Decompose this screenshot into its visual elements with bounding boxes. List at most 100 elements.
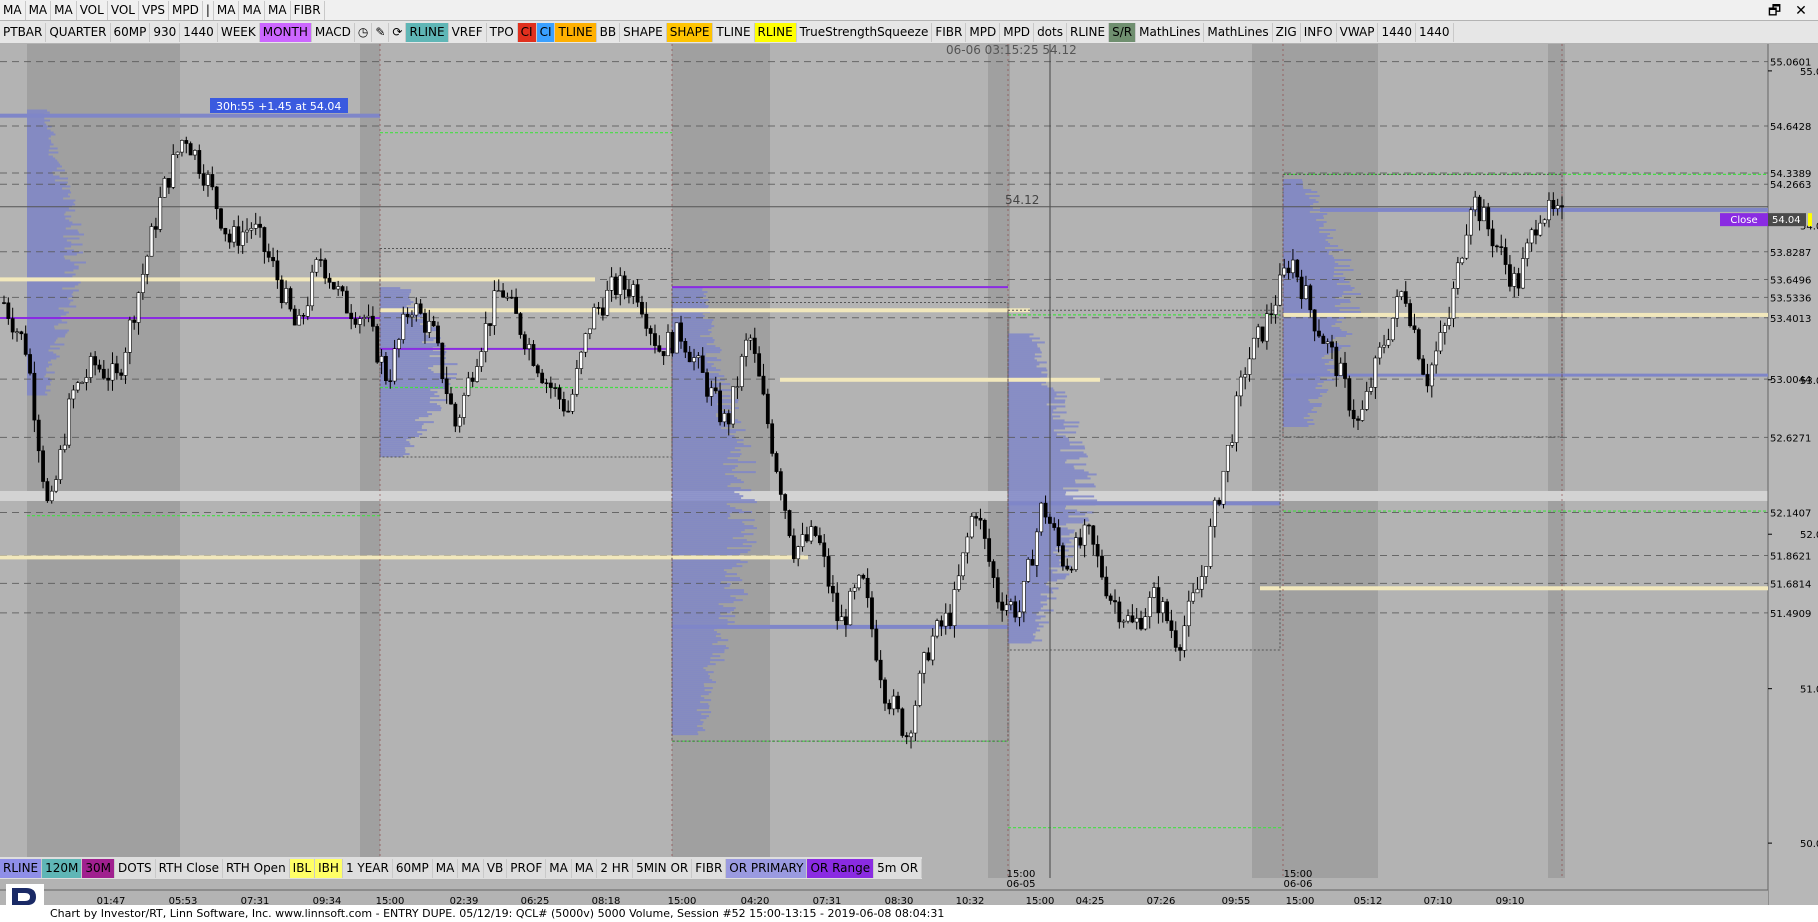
toolbar-button-26[interactable]: dots xyxy=(1034,22,1067,42)
bottom-button-4[interactable]: RTH Close xyxy=(156,858,223,878)
top-button-4[interactable]: VOL xyxy=(108,0,139,20)
toolbar-button-1[interactable]: QUARTER xyxy=(46,22,111,42)
top-button-5[interactable]: VPS xyxy=(139,0,170,20)
volume-profile-bar xyxy=(27,321,68,324)
candle-body xyxy=(1199,576,1204,590)
bottom-button-7[interactable]: IBH xyxy=(315,858,343,878)
toolbar-button-33[interactable]: VWAP xyxy=(1337,22,1379,42)
bottom-button-0[interactable]: RLINE xyxy=(0,858,43,878)
toolbar-button-7[interactable]: MACD xyxy=(312,22,355,42)
top-button-9[interactable]: MA xyxy=(239,0,266,20)
volume-profile-bar xyxy=(380,423,424,426)
bottom-button-16[interactable]: 2 HR xyxy=(597,858,634,878)
top-button-7[interactable]: | xyxy=(203,0,214,20)
bottom-button-10[interactable]: MA xyxy=(433,858,459,878)
volume-profile-bar xyxy=(1283,301,1351,303)
bottom-button-14[interactable]: MA xyxy=(546,858,572,878)
volume-profile-bar xyxy=(1008,395,1068,398)
volume-profile-bar xyxy=(27,305,77,308)
bottom-button-17[interactable]: 5MIN OR xyxy=(633,858,693,878)
toolbar-button-3[interactable]: 930 xyxy=(150,22,181,42)
bottom-button-1[interactable]: 120M xyxy=(42,858,83,878)
reference-band xyxy=(672,286,1008,289)
candle-body xyxy=(1238,376,1243,397)
bottom-button-18[interactable]: FIBR xyxy=(692,858,727,878)
candle-body xyxy=(1321,335,1326,344)
toolbar-button-34[interactable]: 1440 xyxy=(1378,22,1417,42)
toolbar-button-5[interactable]: WEEK xyxy=(218,22,260,42)
top-button-8[interactable]: MA xyxy=(214,0,240,20)
bottom-button-13[interactable]: PROF xyxy=(507,858,547,878)
bottom-button-8[interactable]: 1 YEAR xyxy=(343,858,393,878)
top-button-11[interactable]: FIBR xyxy=(291,0,325,20)
bottom-button-9[interactable]: 60MP xyxy=(393,858,433,878)
volume-profile-bar xyxy=(672,673,709,676)
candle-body xyxy=(1126,615,1130,622)
toolbar-button-16[interactable]: TLINE xyxy=(555,22,597,42)
toolbar-button-27[interactable]: RLINE xyxy=(1067,22,1110,42)
toolbar-button-0[interactable]: PTBAR xyxy=(0,22,47,42)
toolbar-button-20[interactable]: TLINE xyxy=(713,22,755,42)
bottom-button-21[interactable]: 5m OR xyxy=(874,858,923,878)
top-button-10[interactable]: MA xyxy=(265,0,291,20)
candle-body xyxy=(609,276,614,291)
toolbar-button-2[interactable]: 60MP xyxy=(111,22,151,42)
toolbar-button-8[interactable]: ◷ xyxy=(355,22,373,42)
bottom-button-2[interactable]: 30M xyxy=(82,858,116,878)
volume-profile-bar xyxy=(1283,237,1334,239)
bottom-button-12[interactable]: VB xyxy=(484,858,508,878)
top-button-1[interactable]: MA xyxy=(26,0,52,20)
toolbar-button-19[interactable]: SHAPE xyxy=(666,22,714,42)
bottom-button-15[interactable]: MA xyxy=(572,858,598,878)
volume-profile-bar xyxy=(1008,411,1067,414)
candle-body xyxy=(835,592,840,622)
toolbar-button-17[interactable]: BB xyxy=(597,22,621,42)
candle-body xyxy=(826,556,831,587)
top-button-2[interactable]: MA xyxy=(51,0,77,20)
candle-body xyxy=(605,290,610,316)
toolbar-button-14[interactable]: CI xyxy=(517,22,537,42)
toolbar-button-6[interactable]: MONTH xyxy=(259,22,312,42)
bottom-button-3[interactable]: DOTS xyxy=(115,858,156,878)
toolbar-button-30[interactable]: MathLines xyxy=(1204,22,1273,42)
toolbar-button-32[interactable]: INFO xyxy=(1301,22,1337,42)
volume-profile-bar xyxy=(27,153,49,156)
candle-body xyxy=(1460,257,1465,264)
toolbar-button-11[interactable]: RLINE xyxy=(406,22,449,42)
candle-body xyxy=(548,382,553,388)
bottom-button-6[interactable]: IBL xyxy=(289,858,316,878)
toolbar-button-9[interactable]: ✎ xyxy=(372,22,390,42)
toolbar-button-24[interactable]: MPD xyxy=(966,22,1001,42)
top-button-6[interactable]: MPD xyxy=(169,0,203,20)
toolbar-button-28[interactable]: S/R xyxy=(1109,22,1137,42)
toolbar-button-31[interactable]: ZIG xyxy=(1273,22,1301,42)
toolbar-button-23[interactable]: FIBR xyxy=(932,22,967,42)
bottom-button-19[interactable]: OR PRIMARY xyxy=(726,858,808,878)
toolbar-button-35[interactable]: 1440 xyxy=(1416,22,1454,42)
toolbar-button-22[interactable]: TrueStrengthSqueeze xyxy=(797,22,933,42)
toolbar-button-25[interactable]: MPD xyxy=(1000,22,1035,42)
volume-profile-bar xyxy=(1008,639,1043,642)
volume-profile-bar xyxy=(27,285,75,288)
volume-profile-bar xyxy=(1283,345,1351,347)
toolbar-button-4[interactable]: 1440 xyxy=(180,22,218,42)
toolbar-button-18[interactable]: SHAPE xyxy=(620,22,667,42)
volume-profile-bar xyxy=(1008,477,1091,480)
bottom-button-20[interactable]: OR Range xyxy=(807,858,875,878)
toolbar-button-15[interactable]: CI xyxy=(536,22,556,42)
candle-body xyxy=(974,516,979,519)
top-button-3[interactable]: VOL xyxy=(77,0,108,20)
top-button-0[interactable]: MA xyxy=(0,0,26,20)
close-icon[interactable]: ✕ xyxy=(1790,3,1812,19)
volume-profile-bar xyxy=(27,169,65,172)
bottom-button-11[interactable]: MA xyxy=(458,858,484,878)
volume-profile-bar xyxy=(1283,239,1326,241)
volume-profile-bar xyxy=(672,621,735,624)
toolbar-button-13[interactable]: TPO xyxy=(487,22,518,42)
bottom-button-5[interactable]: RTH Open xyxy=(223,858,290,878)
toolbar-button-29[interactable]: MathLines xyxy=(1136,22,1205,42)
toolbar-button-21[interactable]: RLINE xyxy=(754,22,797,42)
toolbar-button-10[interactable]: ⟳ xyxy=(389,22,407,42)
toolbar-button-12[interactable]: VREF xyxy=(449,22,487,42)
volume-profile-bar xyxy=(380,295,410,298)
